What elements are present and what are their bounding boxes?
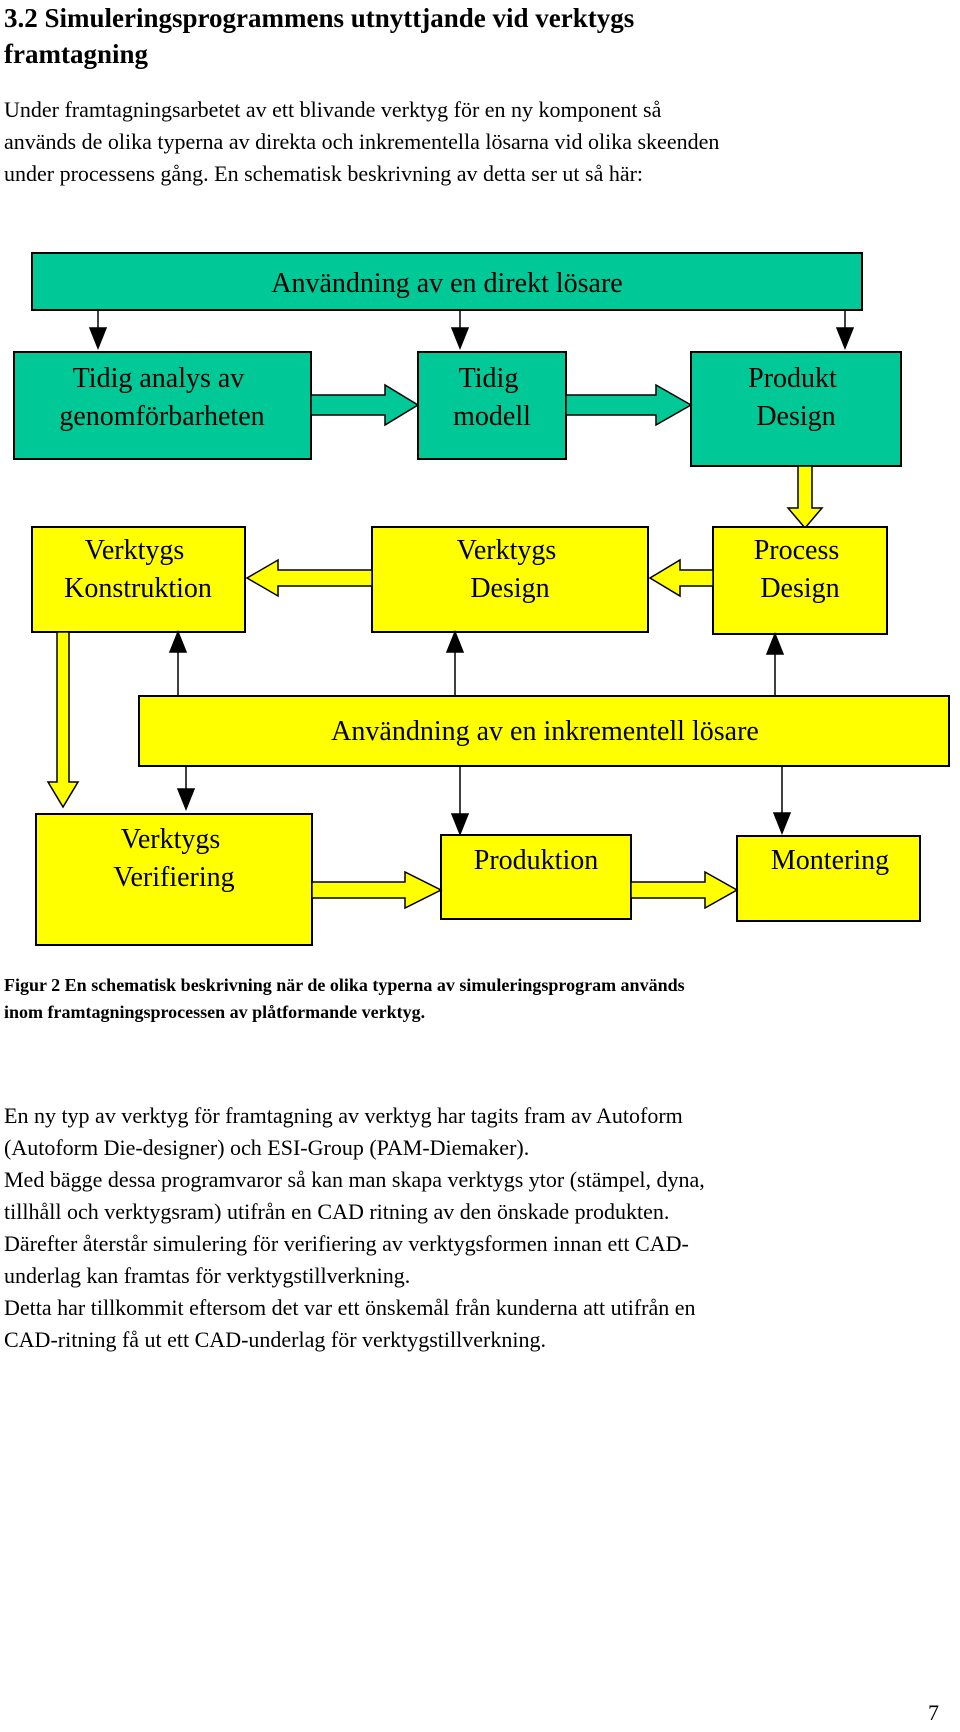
body-line: Med bägge dessa programvaror så kan man …: [4, 1167, 705, 1192]
incremental-solver-up-arrows: [168, 629, 785, 696]
arrow-left-icon: [245, 558, 373, 598]
body-line: CAD-ritning få ut ett CAD-underlag för v…: [4, 1327, 546, 1352]
arrow-right-icon: [311, 870, 443, 910]
direct-solver-label: Användning av en direkt lösare: [271, 268, 622, 299]
direct-solver-arrows: [88, 310, 855, 351]
arrow-down-icon: [786, 465, 824, 530]
caption-line: Figur 2 En schematisk beskrivning när de…: [4, 975, 685, 995]
arrow-down-icon: [772, 812, 792, 836]
body-line: underlag kan framtas för verktygstillver…: [4, 1263, 411, 1288]
production-label: Produktion: [474, 845, 598, 876]
arrow-up-icon: [765, 631, 785, 655]
arrow-right-icon: [630, 870, 739, 910]
body-line: Därefter återstår simulering för verifie…: [4, 1231, 689, 1256]
box-line: Verktygs: [85, 535, 185, 566]
box-line: Produkt: [748, 363, 837, 394]
arrow-down-icon: [835, 327, 855, 351]
arrow-down-icon: [450, 813, 470, 837]
caption-line: inom framtagningsprocessen av plåtforman…: [4, 1002, 426, 1022]
incremental-solver-label: Användning av en inkrementell lösare: [331, 716, 759, 747]
box-line: Design: [756, 401, 835, 432]
intro-line: Under framtagningsarbetet av ett blivand…: [4, 97, 662, 122]
box-line: Tidig analys av: [73, 363, 245, 394]
body-line: (Autoform Die-designer) och ESI-Group (P…: [4, 1135, 530, 1160]
body-line: Detta har tillkommit eftersom det var et…: [4, 1295, 696, 1320]
section-heading: 3.2 Simuleringsprogrammens utnyttjande v…: [4, 0, 904, 72]
box-line: Design: [470, 573, 549, 604]
arrow-down-icon: [46, 631, 80, 809]
body-line: En ny typ av verktyg för framtagning av …: [4, 1103, 683, 1128]
box-line: Verktygs: [457, 535, 557, 566]
arrow-right-icon: [310, 383, 420, 427]
page-number: 7: [928, 1700, 939, 1725]
box-line: Verktygs: [121, 824, 221, 855]
box-line: Design: [760, 573, 839, 604]
box-line: Process: [754, 535, 840, 566]
arrow-down-icon: [88, 327, 108, 351]
intro-line: under processens gång. En schematisk bes…: [4, 161, 644, 186]
arrow-down-icon: [450, 327, 470, 351]
intro-paragraph: Under framtagningsarbetet av ett blivand…: [4, 94, 934, 190]
intro-line: används de olika typerna av direkta och …: [4, 129, 720, 154]
arrow-up-icon: [168, 629, 188, 653]
arrow-left-icon: [648, 558, 714, 598]
heading-line: 3.2 Simuleringsprogrammens utnyttjande v…: [4, 3, 635, 33]
heading-line: framtagning: [4, 39, 148, 69]
box-line: modell: [453, 401, 531, 432]
box-line: Konstruktion: [64, 573, 212, 604]
arrow-down-icon: [176, 788, 196, 812]
arrow-up-icon: [445, 629, 465, 653]
body-paragraph: En ny typ av verktyg för framtagning av …: [4, 1100, 934, 1356]
figure-caption: Figur 2 En schematisk beskrivning när de…: [4, 972, 944, 1026]
process-diagram: Användning av en direkt lösare Tidig ana…: [13, 252, 950, 946]
body-line: tillhåll och verktygsram) utifrån en CAD…: [4, 1199, 670, 1224]
box-line: genomförbarheten: [59, 401, 264, 432]
arrow-right-icon: [565, 383, 693, 427]
assembly-label: Montering: [771, 845, 889, 876]
box-line: Verifiering: [113, 862, 234, 893]
box-line: Tidig: [459, 363, 519, 394]
